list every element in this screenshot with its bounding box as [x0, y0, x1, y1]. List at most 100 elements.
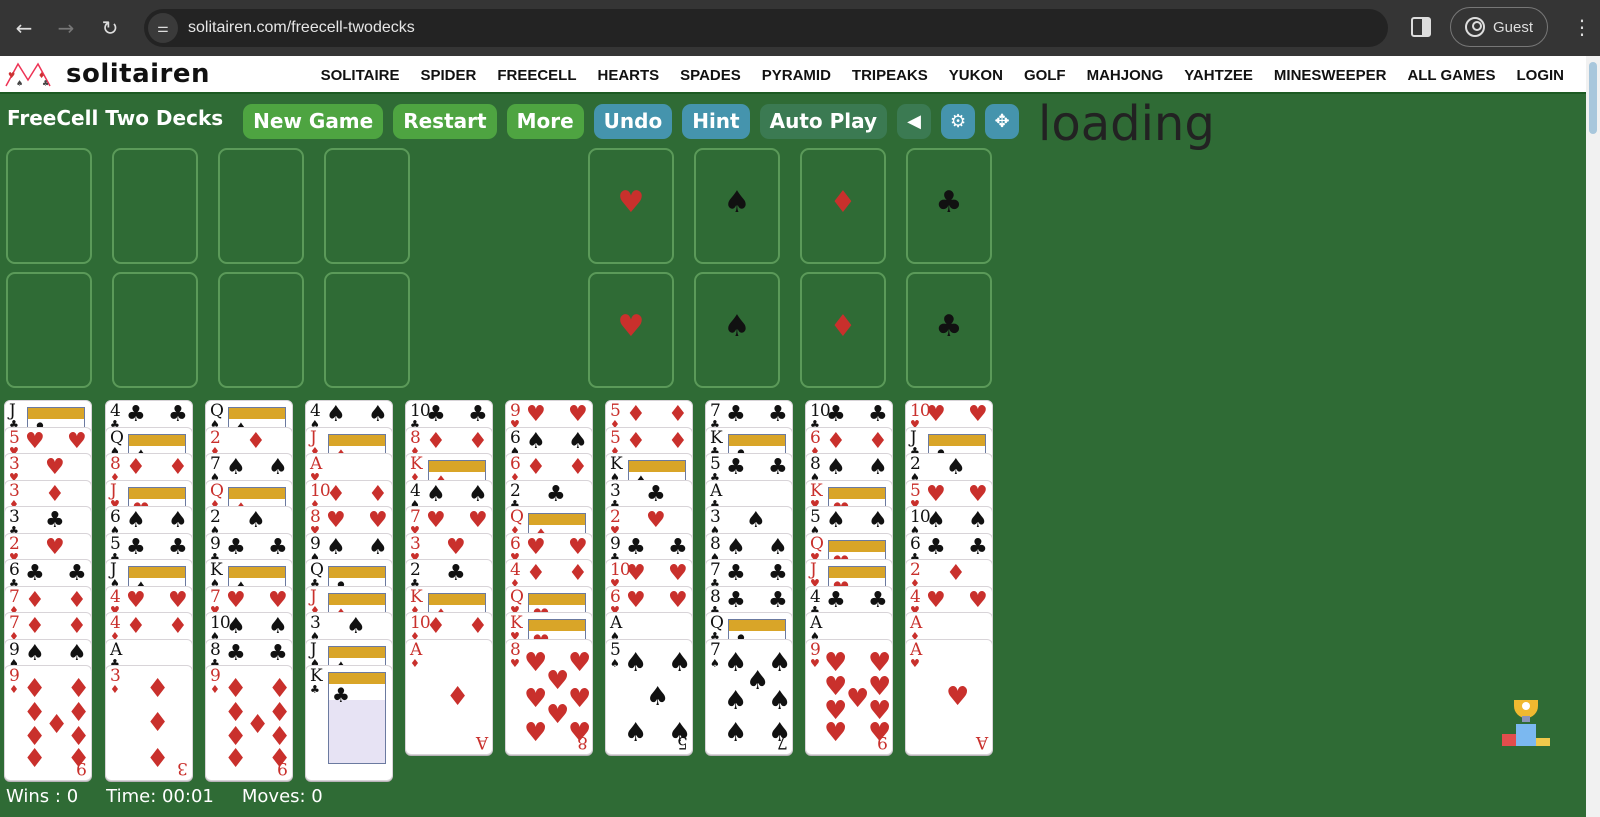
card-pip-icon: ♠	[67, 640, 87, 666]
playing-card[interactable]: 3 ♦ ♦ ♦ ♦ 3	[105, 665, 193, 781]
card-pip-icon: ♥	[968, 402, 988, 427]
playing-card[interactable]: A ♦ ♦ A	[405, 638, 493, 755]
nav-freecell[interactable]: FREECELL	[497, 67, 576, 84]
playing-card[interactable]: 9 ♥ ♥ ♥ ♥ ♥ ♥ ♥ ♥ ♥ ♥ 9	[805, 638, 893, 755]
card-pip-icon: ♠	[168, 508, 188, 533]
nav-minesweeper[interactable]: MINESWEEPER	[1274, 67, 1387, 84]
foundation-pile[interactable]: ♦	[800, 148, 886, 264]
card-pip-icon: ♥	[524, 683, 548, 714]
card-pip-icon: ♥	[968, 481, 988, 507]
foundation-pile[interactable]: ♦	[800, 272, 886, 388]
playing-card[interactable]: 8 ♥ ♥ ♥ ♥ ♥ ♥ ♥ ♥ ♥ 8	[505, 638, 593, 755]
card-pip-icon: ♠	[268, 614, 288, 639]
logo-text[interactable]: solitairen	[66, 59, 210, 89]
foundation-pile[interactable]: ♠	[694, 148, 780, 264]
card-pip-icon: ♠	[326, 534, 346, 560]
move-arrows-icon[interactable]: ✥	[985, 103, 1020, 139]
hint-button[interactable]: Hint	[682, 103, 750, 139]
card-rank: A	[975, 731, 988, 752]
nav-all-games[interactable]: ALL GAMES	[1407, 67, 1495, 84]
free-cell[interactable]	[6, 272, 92, 388]
foundation-pile[interactable]: ♣	[906, 272, 992, 388]
card-pip-icon: ♠	[724, 685, 748, 716]
playing-card[interactable]: 5 ♠ ♠ ♠ ♠ ♠ ♠ 5	[605, 638, 693, 755]
card-rank: 5	[910, 480, 921, 501]
main-nav: SOLITAIRE SPIDER FREECELL HEARTS SPADES …	[300, 56, 1564, 94]
forward-arrow-icon[interactable]: →	[50, 12, 82, 44]
card-pip-icon: ♠	[768, 685, 792, 716]
game-toolbar: FreeCell Two Decks New Game Restart More…	[0, 96, 1029, 140]
nav-mahjong[interactable]: MAHJONG	[1087, 67, 1164, 84]
card-pip-icon: ♣	[446, 561, 466, 586]
timer: Time: 00:01	[106, 786, 214, 807]
logo-icon[interactable]: ♥ ♠ ♦ ♣	[4, 60, 52, 88]
card-pip-icon: ♣	[768, 455, 788, 480]
page-scrollbar[interactable]	[1586, 56, 1600, 817]
side-panel-icon[interactable]	[1411, 17, 1431, 37]
undo-button[interactable]: Undo	[593, 103, 673, 139]
nav-tripeaks[interactable]: TRIPEAKS	[852, 67, 928, 84]
free-cell[interactable]	[218, 148, 304, 264]
trophy-icon[interactable]	[1500, 696, 1552, 748]
playing-card[interactable]: K♣♣	[305, 665, 393, 781]
card-pip-icon: ♥	[926, 402, 946, 427]
card-rank: 8	[577, 731, 588, 752]
foundation-pile[interactable]: ♣	[906, 148, 992, 264]
foundation-pile[interactable]: ♥	[588, 272, 674, 388]
scrollbar-thumb[interactable]	[1589, 62, 1597, 134]
free-cell[interactable]	[112, 272, 198, 388]
card-pip-icon: ♥	[846, 683, 870, 714]
back-arrow-icon[interactable]: ←	[8, 12, 40, 44]
profile-button[interactable]: Guest	[1450, 7, 1548, 47]
card-pip-icon: ♦	[426, 614, 446, 639]
playing-card[interactable]: 9 ♦ ♦ ♦ ♦ ♦ ♦ ♦ ♦ ♦ ♦ 9	[4, 665, 92, 781]
tune-icon[interactable]: ⚌	[148, 13, 178, 43]
free-cell[interactable]	[218, 272, 304, 388]
foundation-pile[interactable]: ♥	[588, 148, 674, 264]
nav-hearts[interactable]: HEARTS	[598, 67, 660, 84]
nav-yukon[interactable]: YUKON	[949, 67, 1003, 84]
card-rank: 6	[510, 533, 521, 554]
address-bar[interactable]: ⚌ solitairen.com/freecell-twodecks	[144, 9, 1388, 47]
card-rank: 7	[710, 639, 721, 660]
card-pip-icon: ♥	[546, 665, 570, 696]
nav-solitaire[interactable]: SOLITAIRE	[321, 67, 400, 84]
free-cell[interactable]	[324, 148, 410, 264]
face-card-art: ♣	[328, 672, 386, 764]
card-pip-icon: ♥	[646, 508, 666, 533]
more-button[interactable]: More	[506, 103, 584, 139]
card-pip-icon: ♥	[426, 508, 446, 533]
nav-pyramid[interactable]: PYRAMID	[762, 67, 831, 84]
playing-card[interactable]: 7 ♠ ♠ ♠ ♠ ♠ ♠ ♠ ♠ 7	[705, 638, 793, 755]
card-rank: 9	[210, 533, 221, 554]
card-pip-icon: ♦	[868, 428, 888, 454]
nav-spades[interactable]: SPADES	[680, 67, 741, 84]
url-text[interactable]: solitairen.com/freecell-twodecks	[188, 19, 415, 37]
card-pip-icon: ♣	[468, 402, 488, 427]
reload-icon[interactable]: ↻	[94, 12, 126, 44]
new-game-button[interactable]: New Game	[243, 103, 384, 139]
card-pip-icon: ♦	[368, 481, 388, 507]
card-pip-icon: ♥	[526, 534, 546, 560]
nav-yahtzee[interactable]: YAHTZEE	[1184, 67, 1253, 84]
settings-gear-icon[interactable]: ⚙	[941, 103, 976, 139]
free-cell[interactable]	[6, 148, 92, 264]
playing-card[interactable]: A ♥ ♥ A	[905, 638, 993, 755]
foundation-pile[interactable]: ♠	[694, 272, 780, 388]
card-pip-icon: ♣	[126, 534, 146, 560]
card-pip-icon: ♦	[568, 561, 588, 586]
svg-text:♥: ♥	[8, 71, 15, 80]
free-cell[interactable]	[324, 272, 410, 388]
kebab-menu-icon[interactable]: ⋮	[1572, 14, 1592, 40]
nav-login[interactable]: LOGIN	[1517, 67, 1565, 84]
free-cell[interactable]	[112, 148, 198, 264]
restart-button[interactable]: Restart	[393, 103, 497, 139]
card-pip-icon: ♦	[25, 614, 45, 639]
card-pip-icon: ♥	[926, 587, 946, 613]
sound-icon[interactable]: ◀	[897, 103, 932, 139]
auto-play-button[interactable]: Auto Play	[759, 103, 888, 139]
nav-golf[interactable]: GOLF	[1024, 67, 1066, 84]
nav-spider[interactable]: SPIDER	[420, 67, 476, 84]
card-pip-icon: ♠	[926, 508, 946, 533]
playing-card[interactable]: 9 ♦ ♦ ♦ ♦ ♦ ♦ ♦ ♦ ♦ ♦ 9	[205, 665, 293, 781]
